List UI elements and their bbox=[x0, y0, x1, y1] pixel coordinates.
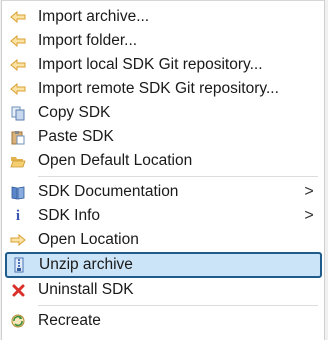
paste-icon bbox=[9, 128, 27, 146]
info-icon: i bbox=[15, 207, 21, 224]
menu-item-paste-sdk[interactable]: Paste SDK bbox=[2, 125, 324, 149]
menu-item-copy-sdk[interactable]: Copy SDK bbox=[2, 101, 324, 125]
menu-item-open-location[interactable]: Open Location bbox=[2, 228, 324, 252]
folder-open-icon bbox=[9, 152, 27, 170]
import-arrow-icon bbox=[9, 32, 27, 50]
import-arrow-icon bbox=[9, 8, 27, 26]
menu-item-label: Open Location bbox=[38, 231, 139, 248]
menu-item-label: SDK Documentation bbox=[38, 183, 179, 200]
menu-item-label: Import remote SDK Git repository... bbox=[38, 80, 279, 97]
menu-item-sdk-info[interactable]: i SDK Info > bbox=[2, 204, 324, 228]
copy-icon bbox=[9, 104, 27, 122]
menu-separator bbox=[2, 173, 324, 180]
context-menu: Import archive... Import folder... Impor… bbox=[1, 0, 325, 340]
menu-item-import-folder[interactable]: Import folder... bbox=[2, 29, 324, 53]
menu-item-label: Import local SDK Git repository... bbox=[38, 56, 263, 73]
menu-item-open-default-location[interactable]: Open Default Location bbox=[2, 149, 324, 173]
menu-item-unzip-archive[interactable]: Unzip archive bbox=[5, 252, 322, 278]
menu-item-label: Import folder... bbox=[38, 32, 138, 49]
menu-item-label: SDK Info bbox=[38, 207, 101, 224]
unzip-icon bbox=[10, 256, 28, 274]
delete-icon bbox=[9, 281, 27, 299]
menu-item-label: Unzip archive bbox=[39, 256, 133, 273]
submenu-chevron-icon: > bbox=[304, 207, 314, 224]
menu-item-label: Paste SDK bbox=[38, 128, 114, 145]
menu-item-sdk-documentation[interactable]: SDK Documentation > bbox=[2, 180, 324, 204]
import-arrow-icon bbox=[9, 56, 27, 74]
menu-item-label: Open Default Location bbox=[38, 152, 193, 169]
menu-item-label: Copy SDK bbox=[38, 104, 111, 121]
recreate-icon bbox=[9, 312, 27, 330]
menu-item-label: Uninstall SDK bbox=[38, 281, 134, 298]
menu-item-import-local-git[interactable]: Import local SDK Git repository... bbox=[2, 53, 324, 77]
open-arrow-icon bbox=[9, 231, 27, 249]
menu-item-recreate[interactable]: Recreate bbox=[2, 309, 324, 333]
menu-item-import-remote-git[interactable]: Import remote SDK Git repository... bbox=[2, 77, 324, 101]
menu-separator bbox=[2, 302, 324, 309]
import-arrow-icon bbox=[9, 80, 27, 98]
menu-item-label: Import archive... bbox=[38, 8, 150, 25]
menu-item-label: Recreate bbox=[38, 312, 101, 329]
menu-item-uninstall-sdk[interactable]: Uninstall SDK bbox=[2, 278, 324, 302]
submenu-chevron-icon: > bbox=[304, 183, 314, 200]
book-icon bbox=[9, 183, 27, 201]
menu-item-import-archive[interactable]: Import archive... bbox=[2, 5, 324, 29]
